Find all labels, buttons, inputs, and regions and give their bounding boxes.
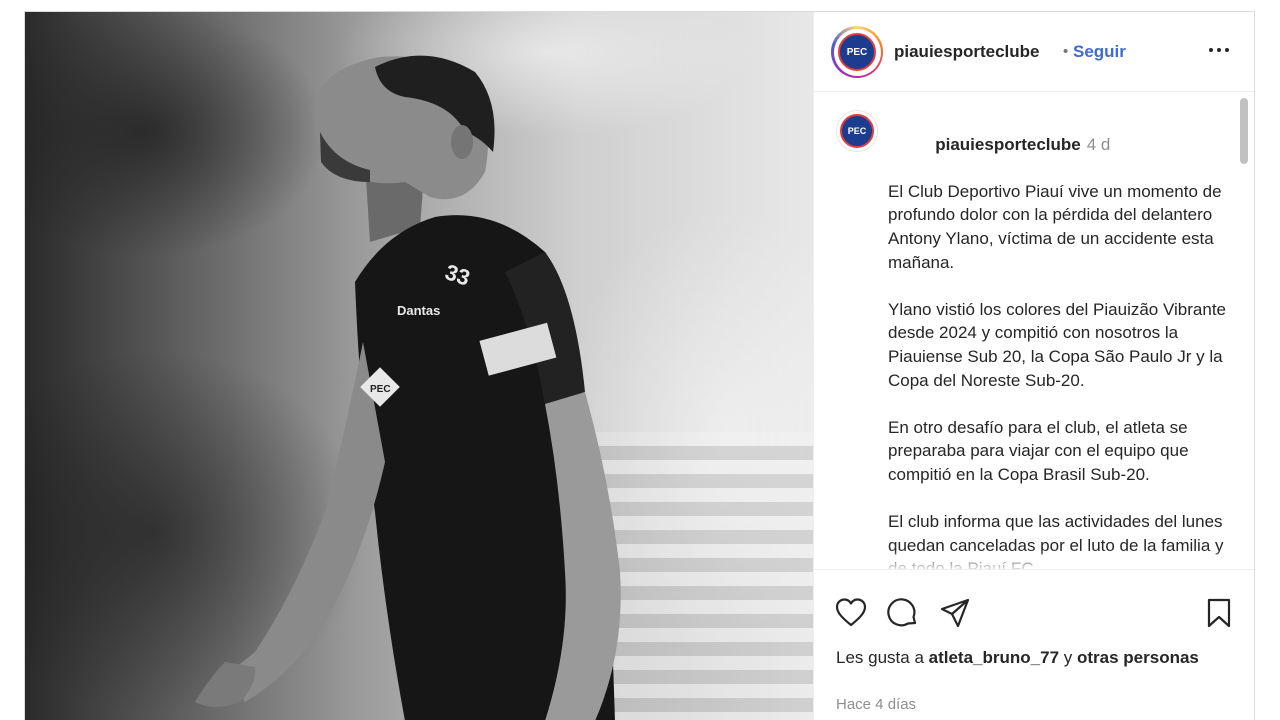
club-badge-icon: PEC — [838, 33, 876, 71]
caption-paragraph: Ylano vistió los colores del Piauizão Vi… — [888, 299, 1231, 390]
shirt-badge: PEC — [370, 384, 391, 395]
caption-paragraph: En otro desafío para el club, el atleta … — [888, 417, 1194, 484]
post-side-panel: PEC piauiesporteclube • Seguir PEC piaui… — [813, 12, 1254, 720]
likes-user[interactable]: atleta_bruno_77 — [929, 648, 1059, 667]
likes-others[interactable]: otras personas — [1077, 648, 1199, 667]
caption-username[interactable]: piauiesporteclube — [935, 135, 1080, 154]
caption-fade — [814, 549, 1254, 569]
player-figure: Dantas PEC 33 — [195, 55, 621, 720]
account-username[interactable]: piauiesporteclube — [894, 42, 1039, 62]
separator-dot: • — [1063, 43, 1069, 60]
caption-scrollbar[interactable] — [1237, 96, 1249, 568]
caption-time: 4 d — [1086, 134, 1111, 154]
heart-icon[interactable] — [834, 596, 868, 630]
caption-text: piauiesporteclube 4 d El Club Deportivo P… — [888, 109, 1236, 569]
caption-area: PEC piauiesporteclube 4 d El Club Deporti… — [814, 93, 1254, 569]
comment-icon[interactable] — [886, 596, 920, 630]
scrollbar-thumb[interactable] — [1240, 98, 1248, 164]
caption-avatar[interactable]: PEC — [836, 110, 878, 152]
account-avatar[interactable]: PEC — [831, 26, 883, 78]
share-icon[interactable] — [938, 596, 972, 630]
shirt-sponsor: Dantas — [397, 303, 440, 318]
more-options-icon[interactable] — [1206, 36, 1232, 64]
likes-prefix: Les gusta a — [836, 648, 924, 667]
instagram-post: Dantas PEC 33 PEC piauiesporteclube • Se… — [24, 11, 1255, 720]
likes-conjunction: y — [1063, 648, 1073, 667]
post-photo[interactable]: Dantas PEC 33 — [25, 12, 813, 720]
post-actions: Les gusta a atleta_bruno_77 y otras pers… — [814, 569, 1254, 720]
likes-text: Les gusta a atleta_bruno_77 y otras pers… — [836, 646, 1236, 670]
caption-paragraph: El Club Deportivo Piauí vive un momento … — [888, 181, 1227, 272]
follow-button[interactable]: Seguir — [1073, 42, 1126, 62]
bookmark-icon[interactable] — [1202, 596, 1236, 630]
post-timestamp[interactable]: Hace 4 días — [836, 696, 916, 713]
post-header: PEC piauiesporteclube • Seguir — [814, 12, 1254, 92]
club-badge-icon: PEC — [840, 114, 874, 148]
